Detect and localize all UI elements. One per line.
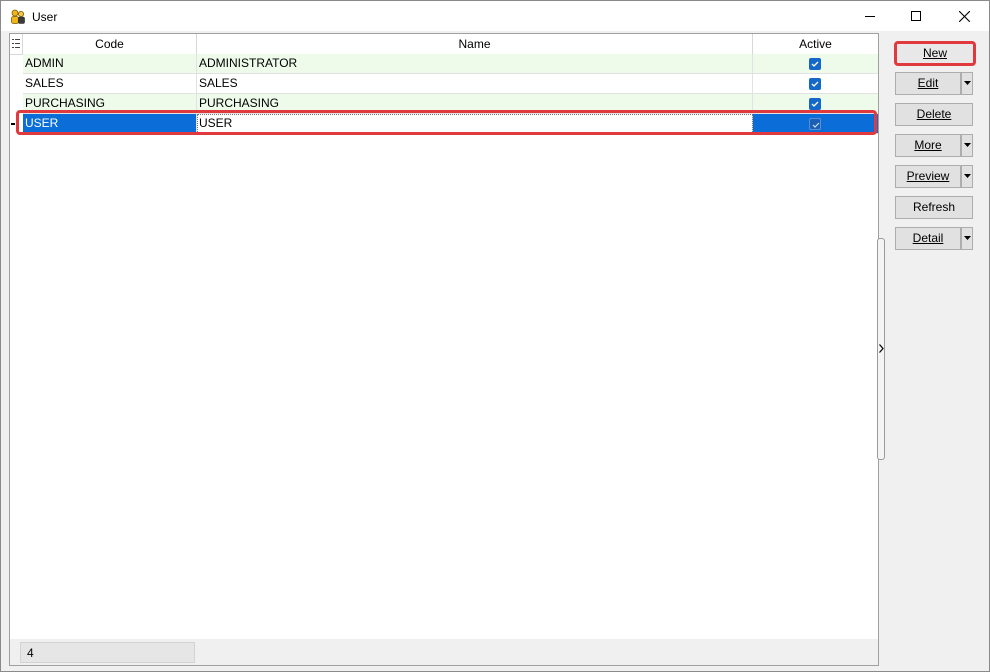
refresh-button-label: Refresh (912, 200, 956, 214)
table-row-selected[interactable]: USER USER (10, 114, 878, 134)
cell-name[interactable]: SALES (197, 74, 753, 94)
cell-name[interactable]: USER (197, 114, 753, 134)
cell-code[interactable]: SALES (23, 74, 197, 94)
edit-dropdown-button[interactable] (961, 72, 973, 95)
edit-button-label: Edit (917, 76, 939, 90)
cell-name[interactable]: PURCHASING (197, 94, 753, 114)
table-row[interactable]: PURCHASING PURCHASING (10, 94, 878, 114)
current-row-indicator (11, 123, 15, 125)
refresh-button[interactable]: Refresh (895, 196, 973, 219)
dropdown-arrow-icon (964, 143, 971, 147)
user-grid[interactable]: Code Name Active ADMIN ADMINISTRATOR SAL… (9, 33, 879, 666)
user-window: User Code Name Active ADMIN ADMINISTRATO… (0, 0, 990, 672)
checkmark-icon (811, 61, 819, 67)
more-dropdown-button[interactable] (961, 134, 973, 157)
preview-dropdown-button[interactable] (961, 165, 973, 188)
window-title: User (32, 10, 58, 24)
edit-button[interactable]: Edit (895, 72, 961, 95)
more-button-label: More (914, 138, 942, 152)
column-header-code[interactable]: Code (23, 34, 197, 54)
record-count: 4 (20, 642, 195, 663)
grid-header: Code Name Active (10, 34, 878, 55)
minimize-button[interactable] (847, 1, 893, 31)
cell-name[interactable]: ADMINISTRATOR (197, 54, 753, 74)
dropdown-arrow-icon (964, 236, 971, 240)
new-button-label: New (922, 46, 947, 60)
detail-dropdown-button[interactable] (961, 227, 973, 250)
close-button[interactable] (941, 1, 987, 31)
cell-active[interactable] (753, 114, 878, 134)
dropdown-arrow-icon (964, 81, 971, 85)
more-button[interactable]: More (895, 134, 961, 157)
preview-button[interactable]: Preview (895, 165, 961, 188)
checkmark-icon (811, 81, 819, 87)
detail-button[interactable]: Detail (895, 227, 961, 250)
checkmark-icon (812, 122, 820, 128)
cell-code[interactable]: ADMIN (23, 54, 197, 74)
active-checkbox[interactable] (809, 118, 821, 130)
active-checkbox[interactable] (809, 98, 821, 110)
close-icon (958, 10, 970, 22)
detail-button-label: Detail (912, 231, 944, 245)
preview-button-label: Preview (906, 169, 950, 183)
table-row[interactable]: ADMIN ADMINISTRATOR (10, 54, 878, 74)
maximize-button[interactable] (893, 1, 939, 31)
column-menu-icon (12, 39, 20, 48)
dropdown-arrow-icon (964, 174, 971, 178)
grid-column-menu[interactable] (10, 34, 23, 54)
new-button[interactable]: New (894, 41, 976, 66)
users-app-icon (11, 9, 25, 24)
cell-active[interactable] (753, 54, 878, 74)
delete-button[interactable]: Delete (895, 103, 973, 126)
maximize-icon (911, 11, 921, 21)
column-header-name[interactable]: Name (197, 34, 753, 54)
table-row[interactable]: SALES SALES (10, 74, 878, 94)
cell-code[interactable]: PURCHASING (23, 94, 197, 114)
checkmark-icon (811, 101, 819, 107)
title-bar: User (1, 1, 989, 31)
minimize-icon (865, 16, 875, 17)
grid-footer: 4 (10, 639, 878, 665)
delete-button-label: Delete (916, 107, 952, 121)
active-checkbox[interactable] (809, 78, 821, 90)
cell-active[interactable] (753, 74, 878, 94)
chevron-right-icon (879, 344, 884, 353)
column-header-active[interactable]: Active (753, 34, 878, 54)
cell-active[interactable] (753, 94, 878, 114)
active-checkbox[interactable] (809, 58, 821, 70)
cell-code[interactable]: USER (23, 114, 197, 134)
